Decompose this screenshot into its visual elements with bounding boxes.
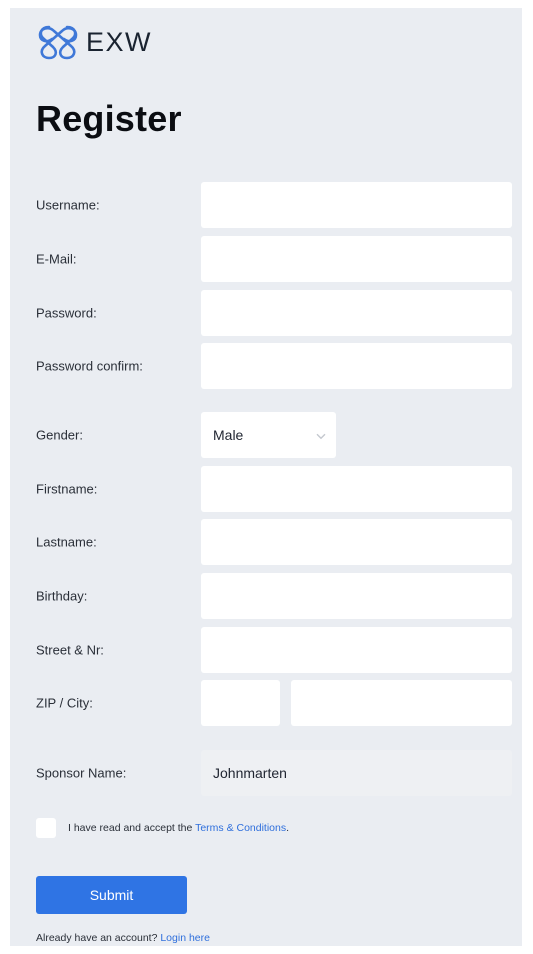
brand-name: EXW [86,26,153,57]
gender-value: Male [213,427,244,443]
street-input[interactable] [201,627,512,673]
page-title: Register [36,98,182,139]
email-label: E-Mail: [36,251,77,267]
street-row: Street & Nr: [10,627,522,673]
password-row: Password: [10,290,522,336]
birthday-input[interactable] [201,573,512,619]
terms-prefix: I have read and accept the [68,822,196,834]
password-confirm-row: Password confirm: [10,343,522,389]
sponsor-row: Sponsor Name: Johnmarten [10,750,522,796]
city-input[interactable] [291,680,512,726]
zip-city-row: ZIP / City: [10,680,522,726]
terms-row: I have read and accept the Terms & Condi… [36,817,289,839]
exw-logo-icon [38,25,78,60]
street-label: Street & Nr: [36,642,104,658]
lastname-label: Lastname: [36,534,97,550]
birthday-label: Birthday: [36,588,88,604]
lastname-input[interactable] [201,519,512,565]
gender-row: Gender: Male [10,412,522,458]
gender-select[interactable]: Male [201,412,336,458]
lastname-row: Lastname: [10,519,522,565]
firstname-row: Firstname: [10,466,522,512]
password-confirm-input[interactable] [201,343,512,389]
firstname-label: Firstname: [36,481,98,497]
birthday-row: Birthday: [10,573,522,619]
terms-suffix: . [286,822,290,834]
password-confirm-label: Password confirm: [36,358,143,374]
register-panel: EXW Register Username: E-Mail: Password:… [10,8,522,946]
login-prompt: Already have an account? Login here [36,932,210,944]
terms-text: I have read and accept the Terms & Condi… [68,822,289,834]
submit-button[interactable]: Submit [36,876,187,914]
sponsor-value: Johnmarten [213,765,287,781]
zip-input[interactable] [201,680,280,726]
terms-checkbox[interactable] [36,818,56,838]
terms-link[interactable]: Terms & Conditions [195,822,286,834]
sponsor-label: Sponsor Name: [36,765,127,781]
password-label: Password: [36,305,97,321]
login-link[interactable]: Login here [160,932,210,944]
chevron-down-icon [316,433,326,440]
username-label: Username: [36,197,100,213]
login-prefix: Already have an account? [36,932,161,944]
username-input[interactable] [201,182,512,228]
gender-label: Gender: [36,427,83,443]
email-row: E-Mail: [10,236,522,282]
brand-logo: EXW [36,22,152,62]
username-row: Username: [10,182,522,228]
firstname-input[interactable] [201,466,512,512]
password-input[interactable] [201,290,512,336]
email-input[interactable] [201,236,512,282]
sponsor-field: Johnmarten [201,750,512,796]
zip-city-label: ZIP / City: [36,695,93,711]
